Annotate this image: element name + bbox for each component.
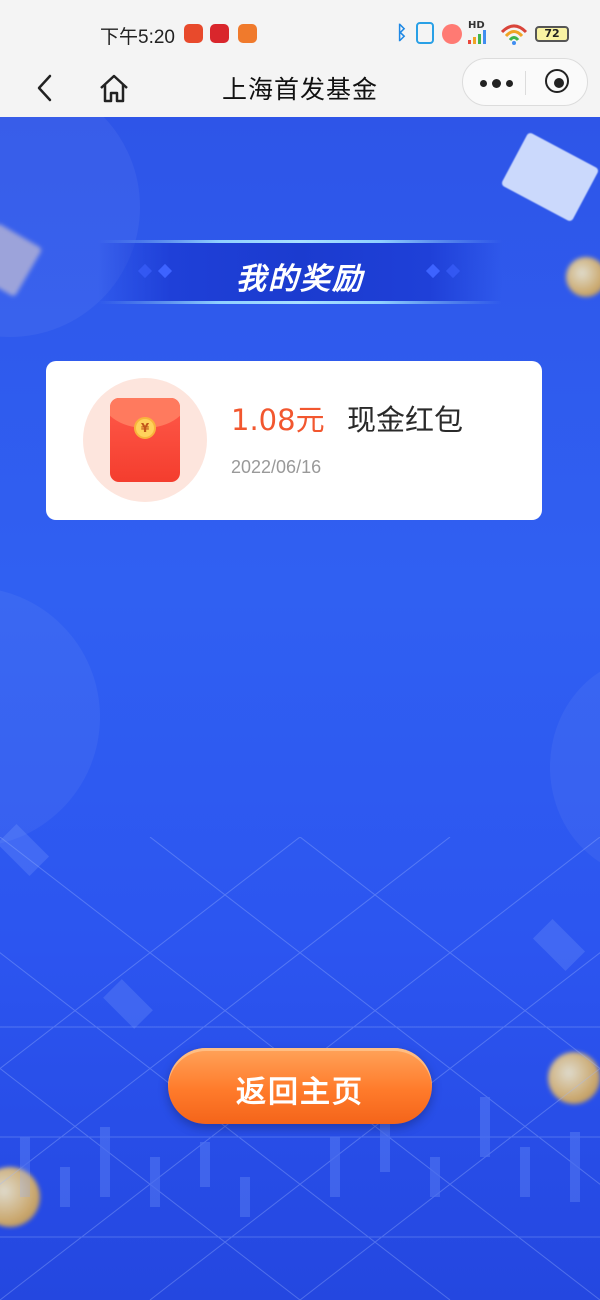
reward-banner: 我的奖励 <box>98 240 502 304</box>
close-miniprogram-button[interactable] <box>533 63 583 101</box>
bluetooth-icon: ᛒ <box>396 22 408 44</box>
back-button[interactable] <box>28 68 64 108</box>
banner-line <box>98 240 502 243</box>
banner-line <box>98 301 502 304</box>
target-icon <box>545 69 569 93</box>
nav-bar: 上海首发基金 <box>0 58 600 117</box>
back-arrow-icon <box>37 74 52 102</box>
coin-decoration <box>566 257 600 297</box>
sim-icon <box>416 22 434 44</box>
main-content: 我的奖励 ¥ 1.08元 现金红包 2022/06/16 返回主页 <box>0 117 600 1300</box>
app-notification-icon <box>184 24 203 43</box>
receipt-decoration <box>500 131 600 223</box>
return-home-label: 返回主页 <box>236 1075 364 1110</box>
capsule-divider <box>525 71 526 95</box>
battery-level: 72 <box>544 27 560 40</box>
signal-icon <box>468 30 486 44</box>
yuan-coin-icon: ¥ <box>134 417 156 439</box>
status-bar: 下午5:20 ᛒ HD 72 <box>0 0 600 62</box>
background-decoration <box>0 117 140 337</box>
status-time: 下午5:20 <box>100 27 175 48</box>
home-button[interactable] <box>96 68 132 108</box>
banner-title: 我的奖励 <box>236 262 364 297</box>
battery-icon: 72 <box>535 26 569 42</box>
red-packet-badge: ¥ <box>83 378 207 502</box>
more-button[interactable] <box>469 63 521 101</box>
app-notification-icon <box>210 24 229 43</box>
background-decoration <box>0 587 100 847</box>
app-notification-icon <box>238 24 257 43</box>
wifi-icon <box>500 24 528 45</box>
alarm-icon <box>442 24 462 44</box>
return-home-button[interactable]: 返回主页 <box>168 1048 432 1124</box>
page-title: 上海首发基金 <box>221 75 378 104</box>
reward-amount: 1.08元 <box>231 403 325 437</box>
mini-program-capsule <box>462 58 588 106</box>
reward-date: 2022/06/16 <box>231 457 322 477</box>
reward-card[interactable]: ¥ 1.08元 现金红包 2022/06/16 <box>46 361 542 520</box>
reward-name: 现金红包 <box>347 403 464 437</box>
home-icon <box>100 74 128 103</box>
red-packet-icon: ¥ <box>110 398 180 482</box>
